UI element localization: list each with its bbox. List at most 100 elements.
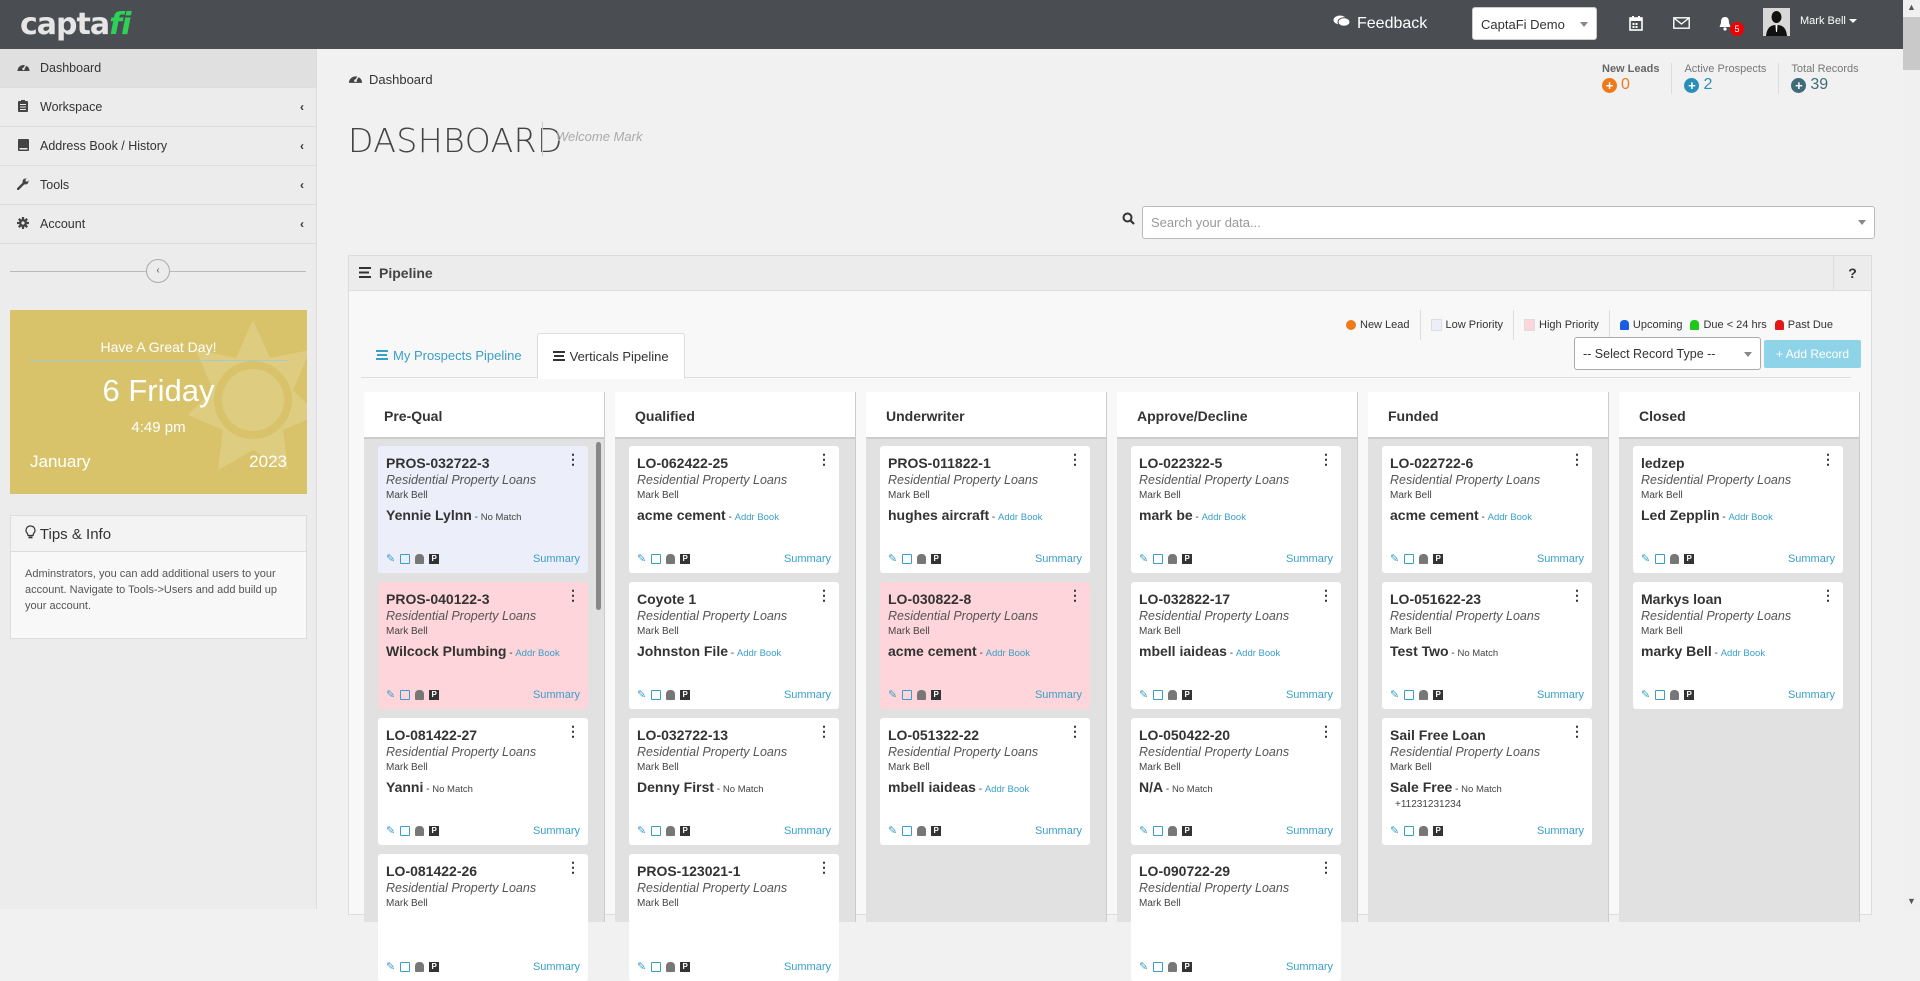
bell-icon[interactable]	[917, 825, 927, 836]
record-id[interactable]: Markys loan	[1641, 591, 1835, 607]
record-id[interactable]: PROS-123021-1	[637, 863, 831, 879]
note-icon[interactable]	[1404, 689, 1415, 700]
pencil-icon[interactable]: ✎	[1139, 960, 1148, 973]
bell-icon[interactable]	[1419, 825, 1429, 836]
addr-book-link[interactable]: Addr Book	[985, 784, 1029, 795]
pencil-icon[interactable]: ✎	[637, 824, 646, 837]
more-options-icon[interactable]: ⋮	[817, 588, 831, 602]
pipeline-card[interactable]: ledzep ⋮ Residential Property Loans Mark…	[1633, 446, 1843, 573]
p-badge-icon[interactable]: P	[680, 689, 691, 700]
note-icon[interactable]	[400, 553, 411, 564]
pencil-icon[interactable]: ✎	[637, 960, 646, 973]
tab-verticals-pipeline[interactable]: Verticals Pipeline	[536, 333, 685, 379]
more-options-icon[interactable]: ⋮	[1068, 452, 1082, 466]
note-icon[interactable]	[1153, 825, 1164, 836]
pipeline-card[interactable]: LO-050422-20 ⋮ Residential Property Loan…	[1131, 718, 1341, 845]
more-options-icon[interactable]: ⋮	[566, 452, 580, 466]
pencil-icon[interactable]: ✎	[888, 552, 897, 565]
bell-icon[interactable]	[666, 689, 676, 700]
breadcrumb-item[interactable]: Dashboard	[369, 72, 433, 87]
pencil-icon[interactable]: ✎	[888, 824, 897, 837]
chevron-down-icon[interactable]	[1858, 220, 1866, 225]
note-icon[interactable]	[1153, 961, 1164, 972]
summary-link[interactable]: Summary	[533, 553, 580, 565]
pipeline-card[interactable]: LO-051322-22 ⋮ Residential Property Loan…	[880, 718, 1090, 845]
record-id[interactable]: LO-081422-26	[386, 863, 580, 879]
pipeline-card[interactable]: LO-051622-23 ⋮ Residential Property Loan…	[1382, 582, 1592, 709]
summary-link[interactable]: Summary	[1286, 553, 1333, 565]
p-badge-icon[interactable]: P	[1684, 553, 1695, 564]
pencil-icon[interactable]: ✎	[1139, 688, 1148, 701]
pipeline-card[interactable]: PROS-040122-3 ⋮ Residential Property Loa…	[378, 582, 588, 709]
captafi-logo[interactable]: captafi	[20, 10, 131, 40]
stat-active-prospects[interactable]: Active Prospects +2	[1671, 63, 1778, 94]
pipeline-card[interactable]: Sail Free Loan ⋮ Residential Property Lo…	[1382, 718, 1592, 845]
summary-link[interactable]: Summary	[1035, 825, 1082, 837]
summary-link[interactable]: Summary	[1788, 553, 1835, 565]
summary-link[interactable]: Summary	[1035, 689, 1082, 701]
scroll-down-icon[interactable]: ▼	[1907, 896, 1916, 906]
record-id[interactable]: Coyote 1	[637, 591, 831, 607]
record-id[interactable]: LO-081422-27	[386, 727, 580, 743]
bell-icon[interactable]	[1670, 689, 1680, 700]
bell-icon[interactable]	[1168, 689, 1178, 700]
addr-book-link[interactable]: Addr Book	[1728, 512, 1772, 523]
organization-select[interactable]: CaptaFi Demo	[1472, 7, 1597, 40]
bell-icon[interactable]	[1168, 553, 1178, 564]
summary-link[interactable]: Summary	[1537, 553, 1584, 565]
note-icon[interactable]	[1404, 825, 1415, 836]
pipeline-card[interactable]: LO-081422-27 ⋮ Residential Property Loan…	[378, 718, 588, 845]
user-menu[interactable]: Mark Bell	[1800, 15, 1857, 27]
pencil-icon[interactable]: ✎	[1390, 552, 1399, 565]
record-id[interactable]: LO-032822-17	[1139, 591, 1333, 607]
calendar-icon[interactable]	[1626, 13, 1646, 33]
bell-icon[interactable]	[415, 689, 425, 700]
pencil-icon[interactable]: ✎	[637, 552, 646, 565]
p-badge-icon[interactable]: P	[1182, 825, 1193, 836]
more-options-icon[interactable]: ⋮	[1570, 452, 1584, 466]
sidebar-item-address-book[interactable]: Address Book / History ‹	[0, 127, 316, 166]
record-id[interactable]: LO-090722-29	[1139, 863, 1333, 879]
addr-book-link[interactable]: Addr Book	[735, 512, 779, 523]
note-icon[interactable]	[1153, 553, 1164, 564]
p-badge-icon[interactable]: P	[1182, 961, 1193, 972]
addr-book-link[interactable]: Addr Book	[1488, 512, 1532, 523]
note-icon[interactable]	[1655, 689, 1666, 700]
pipeline-card[interactable]: LO-022322-5 ⋮ Residential Property Loans…	[1131, 446, 1341, 573]
record-id[interactable]: LO-022722-6	[1390, 455, 1584, 471]
add-record-button[interactable]: + Add Record	[1764, 340, 1861, 368]
summary-link[interactable]: Summary	[533, 825, 580, 837]
more-options-icon[interactable]: ⋮	[1570, 588, 1584, 602]
pipeline-card[interactable]: LO-032722-13 ⋮ Residential Property Loan…	[629, 718, 839, 845]
pipeline-card[interactable]: LO-032822-17 ⋮ Residential Property Loan…	[1131, 582, 1341, 709]
addr-book-link[interactable]: Addr Book	[737, 648, 781, 659]
record-id[interactable]: PROS-040122-3	[386, 591, 580, 607]
envelope-icon[interactable]	[1671, 13, 1691, 33]
bell-icon[interactable]	[415, 825, 425, 836]
p-badge-icon[interactable]: P	[931, 553, 942, 564]
pencil-icon[interactable]: ✎	[1641, 552, 1650, 565]
pipeline-card[interactable]: Coyote 1 ⋮ Residential Property Loans Ma…	[629, 582, 839, 709]
pencil-icon[interactable]: ✎	[386, 960, 395, 973]
bell-icon[interactable]	[666, 553, 676, 564]
sidebar-item-account[interactable]: Account ‹	[0, 205, 316, 244]
bell-icon[interactable]	[917, 689, 927, 700]
more-options-icon[interactable]: ⋮	[566, 588, 580, 602]
record-id[interactable]: LO-022322-5	[1139, 455, 1333, 471]
summary-link[interactable]: Summary	[533, 689, 580, 701]
note-icon[interactable]	[902, 553, 913, 564]
pipeline-card[interactable]: PROS-011822-1 ⋮ Residential Property Loa…	[880, 446, 1090, 573]
pipeline-card[interactable]: PROS-123021-1 ⋮ Residential Property Loa…	[629, 854, 839, 981]
summary-link[interactable]: Summary	[1286, 961, 1333, 973]
summary-link[interactable]: Summary	[784, 961, 831, 973]
note-icon[interactable]	[1153, 689, 1164, 700]
note-icon[interactable]	[651, 961, 662, 972]
more-options-icon[interactable]: ⋮	[817, 860, 831, 874]
summary-link[interactable]: Summary	[784, 553, 831, 565]
p-badge-icon[interactable]: P	[680, 553, 691, 564]
more-options-icon[interactable]: ⋮	[1319, 860, 1333, 874]
summary-link[interactable]: Summary	[1537, 825, 1584, 837]
pencil-icon[interactable]: ✎	[1139, 552, 1148, 565]
scrollbar-thumb[interactable]	[1903, 17, 1920, 70]
more-options-icon[interactable]: ⋮	[566, 724, 580, 738]
